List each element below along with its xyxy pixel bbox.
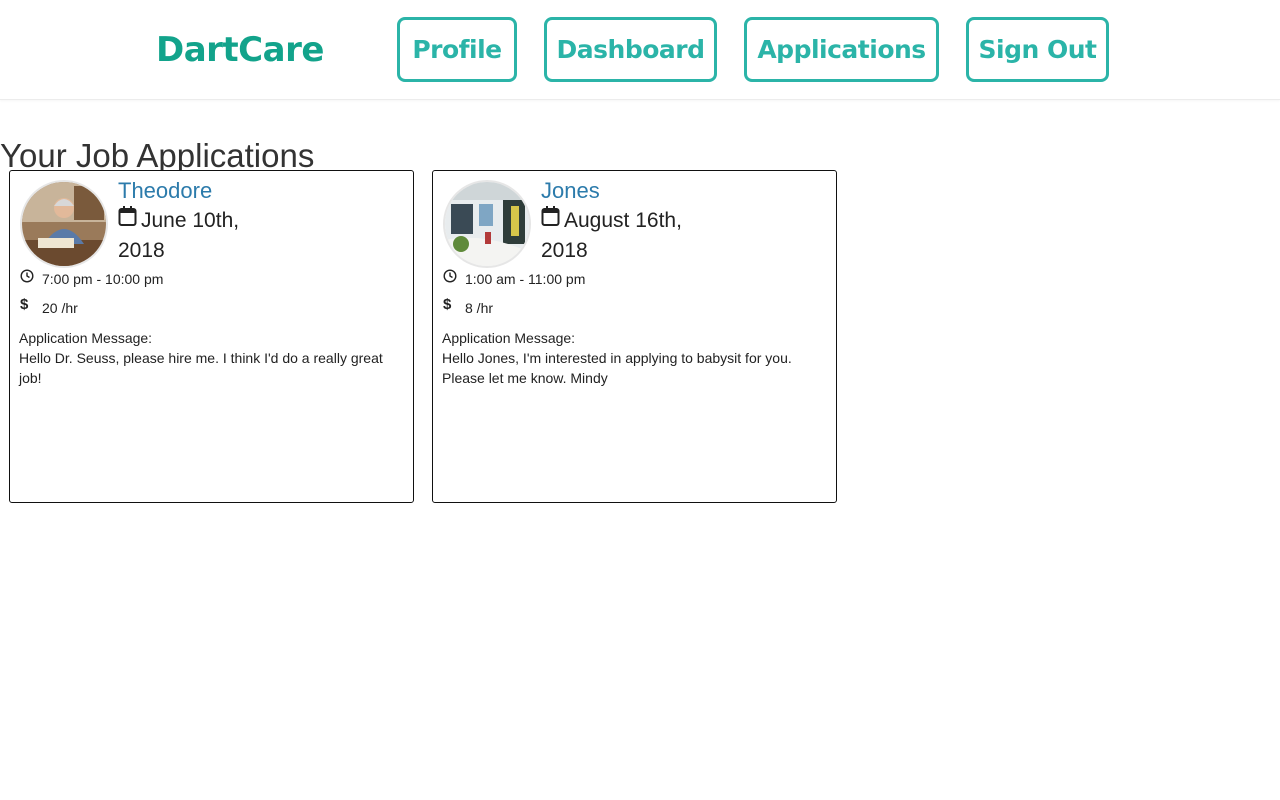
application-card: Theodore June 10th, 2018 7:00 pm - 10:00… [9,170,414,503]
job-rate: 20 /hr [42,300,78,316]
job-time: 1:00 am - 11:00 pm [465,271,586,287]
nav-sign-out-button[interactable]: Sign Out [966,17,1109,82]
dollar-icon: $ [443,296,452,313]
family-name-link[interactable]: Jones [541,177,600,205]
job-date: August 16th, 2018 [541,209,682,262]
clock-icon [20,269,34,283]
clock-icon [443,269,457,283]
job-time: 7:00 pm - 10:00 pm [42,271,164,287]
family-avatar [20,180,108,268]
application-message-label: Application Message: [19,330,153,346]
nav-applications-button[interactable]: Applications [744,17,939,82]
job-rate: 8 /hr [465,300,494,316]
application-card: Jones August 16th, 2018 1:00 am - 11:00 … [432,170,837,503]
application-message: Hello Jones, I'm interested in applying … [442,350,792,386]
family-avatar [443,180,531,268]
brand-logo[interactable]: DartCare [156,28,324,72]
job-date: June 10th, 2018 [118,209,240,262]
application-message: Hello Dr. Seuss, please hire me. I think… [19,350,383,386]
family-name-link[interactable]: Theodore [118,177,212,205]
nav-dashboard-button[interactable]: Dashboard [544,17,717,82]
nav-profile-button[interactable]: Profile [397,17,517,82]
dollar-icon: $ [20,296,29,313]
application-message-label: Application Message: [442,330,576,346]
top-navbar: DartCare Profile Dashboard Applications … [0,0,1280,100]
